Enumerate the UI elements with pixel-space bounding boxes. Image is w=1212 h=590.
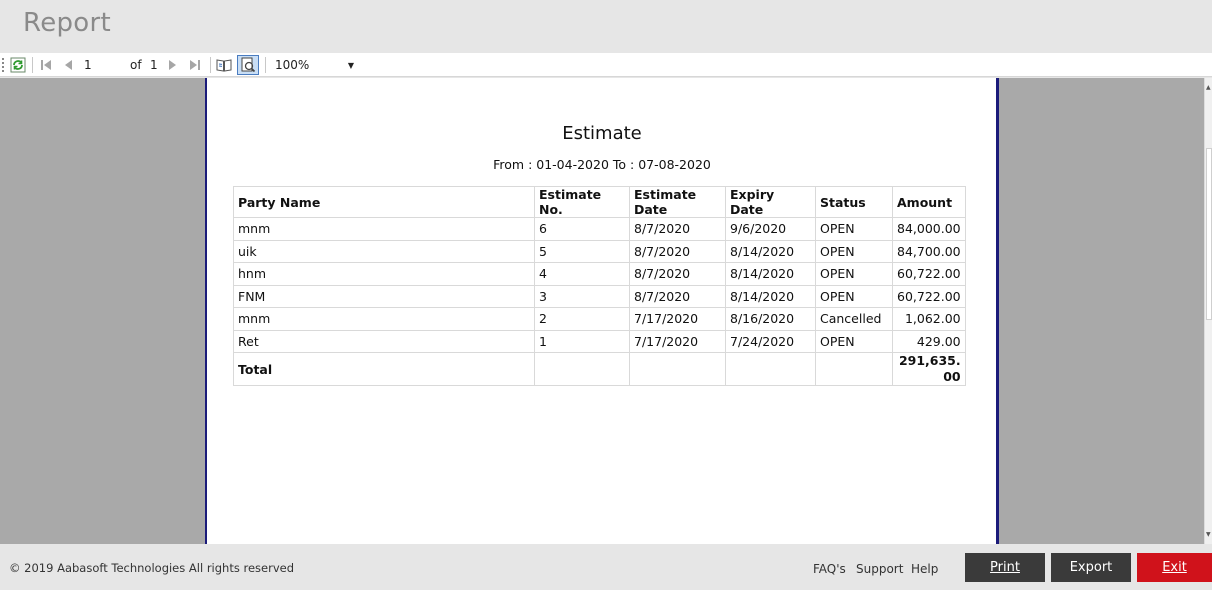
- table-row: mnm 2 7/17/2020 8/16/2020 Cancelled 1,06…: [233, 307, 966, 331]
- status-cell: Cancelled: [815, 307, 893, 331]
- copyright-text: © 2019 Aabasoft Technologies All rights …: [9, 561, 295, 575]
- table-row: hnm 4 8/7/2020 8/14/2020 OPEN 60,722.00: [233, 262, 966, 286]
- estimate-date-cell: 7/17/2020: [629, 307, 726, 331]
- expiry-date-cell: 8/14/2020: [725, 284, 816, 308]
- column-header: Party Name: [233, 186, 535, 218]
- party-name-cell: uik: [233, 239, 535, 263]
- vertical-scrollbar[interactable]: ▲ ▼: [1204, 78, 1212, 544]
- party-name-cell: Ret: [233, 329, 535, 353]
- estimate-table: Party Name Estimate No. Estimate Date Ex…: [233, 186, 966, 386]
- status-cell: OPEN: [815, 239, 893, 263]
- amount-cell: 84,000.00: [892, 217, 966, 241]
- of-label: of: [130, 58, 142, 72]
- amount-cell: 60,722.00: [892, 262, 966, 286]
- expiry-date-cell: 7/24/2020: [725, 329, 816, 353]
- total-pages: 1: [150, 58, 158, 72]
- total-amount: 291,635.00: [892, 352, 966, 386]
- expiry-date-cell: 8/14/2020: [725, 239, 816, 263]
- table-row: FNM 3 8/7/2020 8/14/2020 OPEN 60,722.00: [233, 284, 966, 308]
- estimate-no-cell: 3: [534, 284, 630, 308]
- total-label: Total: [233, 352, 535, 386]
- report-toolbar: of 1 100% ▼: [0, 53, 1212, 77]
- next-page-icon[interactable]: [163, 56, 181, 74]
- first-page-icon[interactable]: [37, 56, 55, 74]
- report-viewer[interactable]: Estimate From : 01-04-2020 To : 07-08-20…: [0, 78, 1204, 544]
- prev-page-icon[interactable]: [60, 56, 78, 74]
- column-header: Expiry Date: [725, 186, 816, 218]
- print-button-label: Print: [990, 560, 1020, 575]
- estimate-no-cell: 6: [534, 217, 630, 241]
- footer: © 2019 Aabasoft Technologies All rights …: [0, 544, 1212, 590]
- title-bar: Report: [0, 0, 1212, 53]
- column-header: Status: [815, 186, 893, 218]
- page-setup-icon[interactable]: [237, 55, 259, 75]
- faq-link[interactable]: FAQ's: [813, 562, 846, 576]
- window-title: Report: [23, 8, 111, 38]
- exit-button-label: Exit: [1162, 560, 1187, 575]
- amount-cell: 429.00: [892, 329, 966, 353]
- amount-cell: 60,722.00: [892, 284, 966, 308]
- table-row: mnm 6 8/7/2020 9/6/2020 OPEN 84,000.00: [233, 217, 966, 241]
- help-link[interactable]: Help: [911, 562, 938, 576]
- expiry-date-cell: 9/6/2020: [725, 217, 816, 241]
- report-date-range: From : 01-04-2020 To : 07-08-2020: [493, 157, 711, 172]
- total-row: Total 291,635.00: [233, 352, 966, 386]
- export-button-label: Export: [1069, 560, 1113, 575]
- exit-button[interactable]: Exit: [1137, 553, 1212, 582]
- estimate-date-cell: 8/7/2020: [629, 262, 726, 286]
- table-row: Ret 1 7/17/2020 7/24/2020 OPEN 429.00: [233, 329, 966, 353]
- estimate-no-cell: 1: [534, 329, 630, 353]
- column-header: Estimate No.: [534, 186, 630, 218]
- report-page: Estimate From : 01-04-2020 To : 07-08-20…: [205, 78, 999, 544]
- expiry-date-cell: 8/16/2020: [725, 307, 816, 331]
- status-cell: OPEN: [815, 262, 893, 286]
- print-button[interactable]: Print: [965, 553, 1045, 582]
- estimate-date-cell: 7/17/2020: [629, 329, 726, 353]
- party-name-cell: mnm: [233, 217, 535, 241]
- party-name-cell: hnm: [233, 262, 535, 286]
- last-page-icon[interactable]: [186, 56, 204, 74]
- current-page-input[interactable]: [84, 56, 124, 74]
- status-cell: OPEN: [815, 329, 893, 353]
- zoom-value: 100%: [275, 58, 310, 72]
- estimate-no-cell: 2: [534, 307, 630, 331]
- column-header: Estimate Date: [629, 186, 726, 218]
- estimate-date-cell: 8/7/2020: [629, 284, 726, 308]
- status-cell: OPEN: [815, 284, 893, 308]
- report-title: Estimate: [562, 123, 642, 144]
- estimate-no-cell: 5: [534, 239, 630, 263]
- amount-cell: 84,700.00: [892, 239, 966, 263]
- column-header: Amount: [892, 186, 966, 218]
- expiry-date-cell: 8/14/2020: [725, 262, 816, 286]
- scrollbar-thumb[interactable]: [1206, 148, 1212, 320]
- party-name-cell: mnm: [233, 307, 535, 331]
- dropdown-arrow-icon: ▼: [347, 61, 354, 70]
- support-link[interactable]: Support: [856, 562, 903, 576]
- zoom-select[interactable]: 100% ▼: [272, 56, 358, 74]
- toolbar-grip[interactable]: [2, 58, 5, 72]
- print-layout-icon[interactable]: [215, 56, 233, 74]
- estimate-date-cell: 8/7/2020: [629, 217, 726, 241]
- export-button[interactable]: Export: [1051, 553, 1131, 582]
- party-name-cell: FNM: [233, 284, 535, 308]
- scroll-up-icon[interactable]: ▲: [1206, 84, 1211, 91]
- table-header-row: Party Name Estimate No. Estimate Date Ex…: [233, 186, 966, 218]
- estimate-no-cell: 4: [534, 262, 630, 286]
- estimate-date-cell: 8/7/2020: [629, 239, 726, 263]
- status-cell: OPEN: [815, 217, 893, 241]
- refresh-icon[interactable]: [9, 56, 27, 74]
- table-row: uik 5 8/7/2020 8/14/2020 OPEN 84,700.00: [233, 239, 966, 263]
- amount-cell: 1,062.00: [892, 307, 966, 331]
- scroll-down-icon[interactable]: ▼: [1206, 531, 1211, 538]
